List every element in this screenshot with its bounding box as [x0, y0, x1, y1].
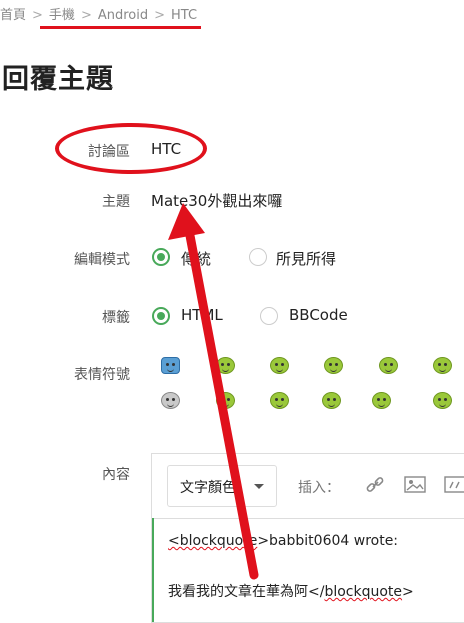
red-arrow-head — [168, 203, 205, 240]
red-arrow-annotation — [168, 203, 259, 580]
red-arrow-shaft — [183, 220, 259, 580]
